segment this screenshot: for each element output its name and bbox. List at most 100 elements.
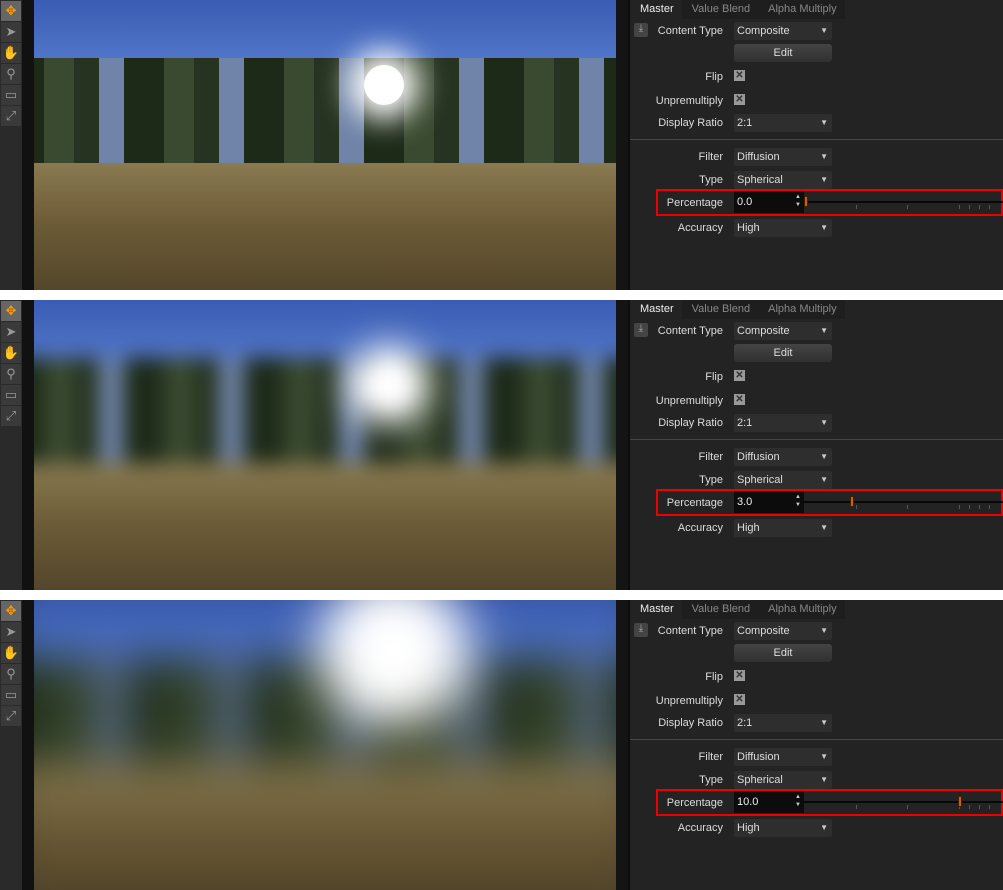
tab-master[interactable]: Master — [630, 300, 682, 319]
move-icon[interactable]: ✥ — [1, 1, 21, 21]
tab-value-blend[interactable]: Value Blend — [682, 300, 759, 319]
percentage-slider[interactable] — [804, 201, 1003, 203]
hand-icon[interactable]: ✋ — [1, 643, 21, 663]
separator — [630, 739, 1003, 740]
zoom-icon[interactable]: ⚲ — [1, 64, 21, 84]
chevron-down-icon: ▼ — [820, 26, 828, 35]
edit-button[interactable]: Edit — [734, 344, 832, 362]
dropdown-value: Spherical — [737, 774, 783, 786]
chevron-down-icon: ▼ — [820, 152, 828, 161]
image-viewer[interactable] — [34, 600, 616, 890]
content-type-dropdown[interactable]: Composite ▼ — [734, 22, 832, 40]
unpremultiply-label: Unpremultiply — [655, 95, 723, 107]
content-type-label: Content Type — [657, 25, 723, 37]
tab-alpha-multiply[interactable]: Alpha Multiply — [758, 300, 844, 319]
chevron-down-icon: ▼ — [820, 418, 828, 427]
tab-value-blend[interactable]: Value Blend — [682, 0, 759, 19]
pointer-icon[interactable]: ➤ — [1, 622, 21, 642]
tab-bar: Master Value Blend Alpha Multiply — [630, 300, 845, 319]
slider-tick — [989, 505, 990, 509]
filter-dropdown[interactable]: Diffusion ▼ — [734, 148, 832, 166]
flip-label: Flip — [705, 71, 723, 83]
flip-checkbox[interactable]: ✕ — [734, 370, 745, 381]
unpremultiply-checkbox[interactable]: ✕ — [734, 694, 745, 705]
chevron-down-icon: ▼ — [820, 118, 828, 127]
spinner-arrows-icon[interactable]: ▲ ▼ — [795, 493, 801, 509]
accuracy-dropdown[interactable]: High ▼ — [734, 519, 832, 537]
pointer-icon[interactable]: ➤ — [1, 322, 21, 342]
zoom-fit-icon[interactable]: ⤢ — [1, 406, 21, 426]
slider-thumb[interactable] — [804, 196, 808, 207]
percentage-slider[interactable] — [804, 801, 1003, 803]
filter-dropdown[interactable]: Diffusion ▼ — [734, 448, 832, 466]
display-ratio-dropdown[interactable]: 2:1 ▼ — [734, 414, 832, 432]
slider-tick — [907, 205, 908, 209]
unpremultiply-checkbox[interactable]: ✕ — [734, 94, 745, 105]
display-ratio-dropdown[interactable]: 2:1 ▼ — [734, 114, 832, 132]
type-dropdown[interactable]: Spherical ▼ — [734, 771, 832, 789]
download-icon[interactable]: ⤓ — [634, 323, 648, 337]
zoom-icon[interactable]: ⚲ — [1, 364, 21, 384]
content-type-dropdown[interactable]: Composite ▼ — [734, 622, 832, 640]
flip-checkbox[interactable]: ✕ — [734, 670, 745, 681]
content-type-label: Content Type — [657, 325, 723, 337]
divider — [22, 600, 34, 890]
zoom-region-icon[interactable]: ▭ — [1, 385, 21, 405]
edit-button[interactable]: Edit — [734, 44, 832, 62]
content-type-dropdown[interactable]: Composite ▼ — [734, 322, 832, 340]
chevron-down-icon: ▼ — [820, 823, 828, 832]
slider-tick — [989, 805, 990, 809]
download-icon[interactable]: ⤓ — [634, 23, 648, 37]
zoom-fit-icon[interactable]: ⤢ — [1, 106, 21, 126]
percentage-label: Percentage — [666, 197, 723, 209]
image-viewer[interactable] — [34, 0, 616, 290]
slider-tick — [856, 805, 857, 809]
type-dropdown[interactable]: Spherical ▼ — [734, 171, 832, 189]
chevron-down-icon: ▼ — [820, 223, 828, 232]
pointer-icon[interactable]: ➤ — [1, 22, 21, 42]
zoom-fit-icon[interactable]: ⤢ — [1, 706, 21, 726]
hand-icon[interactable]: ✋ — [1, 343, 21, 363]
display-ratio-dropdown[interactable]: 2:1 ▼ — [734, 714, 832, 732]
percentage-input[interactable]: 0.0 ▲ ▼ — [734, 191, 804, 213]
slider-tick — [959, 505, 960, 509]
move-icon[interactable]: ✥ — [1, 301, 21, 321]
download-icon[interactable]: ⤓ — [634, 623, 648, 637]
tab-value-blend[interactable]: Value Blend — [682, 600, 759, 619]
ground — [34, 462, 616, 590]
spinner-arrows-icon[interactable]: ▲ ▼ — [795, 193, 801, 209]
type-dropdown[interactable]: Spherical ▼ — [734, 471, 832, 489]
percentage-label: Percentage — [666, 497, 723, 509]
slider-thumb[interactable] — [850, 496, 855, 507]
tab-alpha-multiply[interactable]: Alpha Multiply — [758, 600, 844, 619]
image-viewer[interactable] — [34, 300, 616, 590]
unpremultiply-label: Unpremultiply — [655, 395, 723, 407]
tool-bar: ✥ ➤ ✋ ⚲ ▭ ⤢ — [0, 0, 22, 290]
filter-label: Filter — [698, 451, 723, 463]
slider-thumb[interactable] — [958, 796, 962, 807]
tab-master[interactable]: Master — [630, 0, 682, 19]
divider — [616, 600, 630, 890]
tab-alpha-multiply[interactable]: Alpha Multiply — [758, 0, 844, 19]
dropdown-value: 2:1 — [737, 717, 753, 729]
edit-button[interactable]: Edit — [734, 644, 832, 662]
zoom-icon[interactable]: ⚲ — [1, 664, 21, 684]
accuracy-dropdown[interactable]: High ▼ — [734, 819, 832, 837]
viewer-pane: ✥ ➤ ✋ ⚲ ▭ ⤢ Master Value Blend Alpha Multiply… — [0, 300, 1003, 590]
spinner-arrows-icon[interactable]: ▲ ▼ — [795, 793, 801, 809]
zoom-region-icon[interactable]: ▭ — [1, 685, 21, 705]
tab-master[interactable]: Master — [630, 600, 682, 619]
accuracy-dropdown[interactable]: High ▼ — [734, 219, 832, 237]
unpremultiply-checkbox[interactable]: ✕ — [734, 394, 745, 405]
move-icon[interactable]: ✥ — [1, 601, 21, 621]
hand-icon[interactable]: ✋ — [1, 43, 21, 63]
divider — [22, 300, 34, 590]
zoom-region-icon[interactable]: ▭ — [1, 85, 21, 105]
percentage-input[interactable]: 3.0 ▲ ▼ — [734, 491, 804, 513]
type-label: Type — [699, 774, 723, 786]
flip-checkbox[interactable]: ✕ — [734, 70, 745, 81]
filter-dropdown[interactable]: Diffusion ▼ — [734, 748, 832, 766]
percentage-input[interactable]: 10.0 ▲ ▼ — [734, 791, 804, 813]
properties-panel: Master Value Blend Alpha Multiply ⤓ Conte… — [630, 300, 1003, 590]
percentage-slider[interactable] — [804, 501, 1003, 503]
